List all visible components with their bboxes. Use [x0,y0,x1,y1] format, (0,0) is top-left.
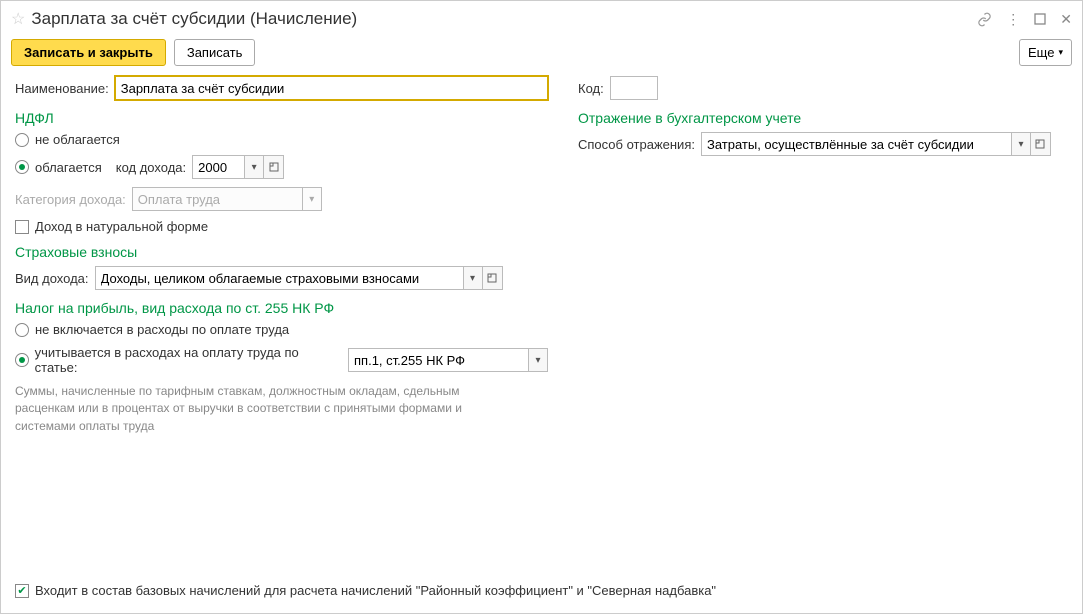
profit-tax-section-title: Налог на прибыль, вид расхода по ст. 255… [15,300,548,316]
favorite-star-icon[interactable]: ☆ [11,9,25,29]
profit-article-dropdown-button[interactable]: ▾ [528,348,548,372]
accounting-method-open-button[interactable] [1031,132,1051,156]
link-icon[interactable] [977,12,992,27]
close-icon[interactable]: ✕ [1060,11,1072,28]
income-category-select [132,187,302,211]
income-type-dropdown-button[interactable]: ▾ [463,266,483,290]
base-accruals-checkbox[interactable] [15,584,29,598]
base-accruals-label: Входит в состав базовых начислений для р… [35,583,716,598]
accounting-method-label: Способ отражения: [578,137,695,152]
income-category-dropdown-button: ▾ [302,187,322,211]
ndfl-taxed-radio[interactable] [15,160,29,174]
profit-article-select[interactable] [348,348,528,372]
income-type-open-button[interactable] [483,266,503,290]
ndfl-section-title: НДФЛ [15,110,548,126]
ndfl-taxed-label: облагается [35,160,102,175]
profit-tax-note: Суммы, начисленные по тарифным ставкам, … [15,383,475,435]
ndfl-not-taxed-radio[interactable] [15,133,29,147]
accounting-method-dropdown-button[interactable]: ▾ [1011,132,1031,156]
income-code-input[interactable] [192,155,244,179]
profit-included-label: учитывается в расходах на оплату труда п… [35,345,336,375]
income-type-label: Вид дохода: [15,271,89,286]
window-title: Зарплата за счёт субсидии (Начисление) [31,9,977,29]
chevron-down-icon: ▾ [1058,47,1063,58]
profit-included-radio[interactable] [15,353,29,367]
save-button[interactable]: Записать [174,39,256,66]
more-button[interactable]: Еще ▾ [1019,39,1072,66]
profit-not-included-label: не включается в расходы по оплате труда [35,322,289,337]
accounting-section-title: Отражение в бухгалтерском учете [578,110,1068,126]
code-label: Код: [578,81,604,96]
name-label: Наименование: [15,81,109,96]
income-code-label: код дохода: [116,160,186,175]
ndfl-not-taxed-label: не облагается [35,132,120,147]
save-and-close-button[interactable]: Записать и закрыть [11,39,166,66]
name-input[interactable] [115,76,548,100]
code-input[interactable] [610,76,658,100]
natural-income-label: Доход в натуральной форме [35,219,208,234]
insurance-section-title: Страховые взносы [15,244,548,260]
maximize-icon[interactable] [1034,13,1046,25]
income-category-label: Категория дохода: [15,192,126,207]
income-code-open-button[interactable] [264,155,284,179]
profit-not-included-radio[interactable] [15,323,29,337]
income-type-select[interactable] [95,266,463,290]
more-button-label: Еще [1028,45,1054,60]
kebab-menu-icon[interactable]: ⋮ [1006,11,1020,28]
accounting-method-select[interactable] [701,132,1011,156]
income-code-dropdown-button[interactable]: ▾ [244,155,264,179]
natural-income-checkbox[interactable] [15,220,29,234]
